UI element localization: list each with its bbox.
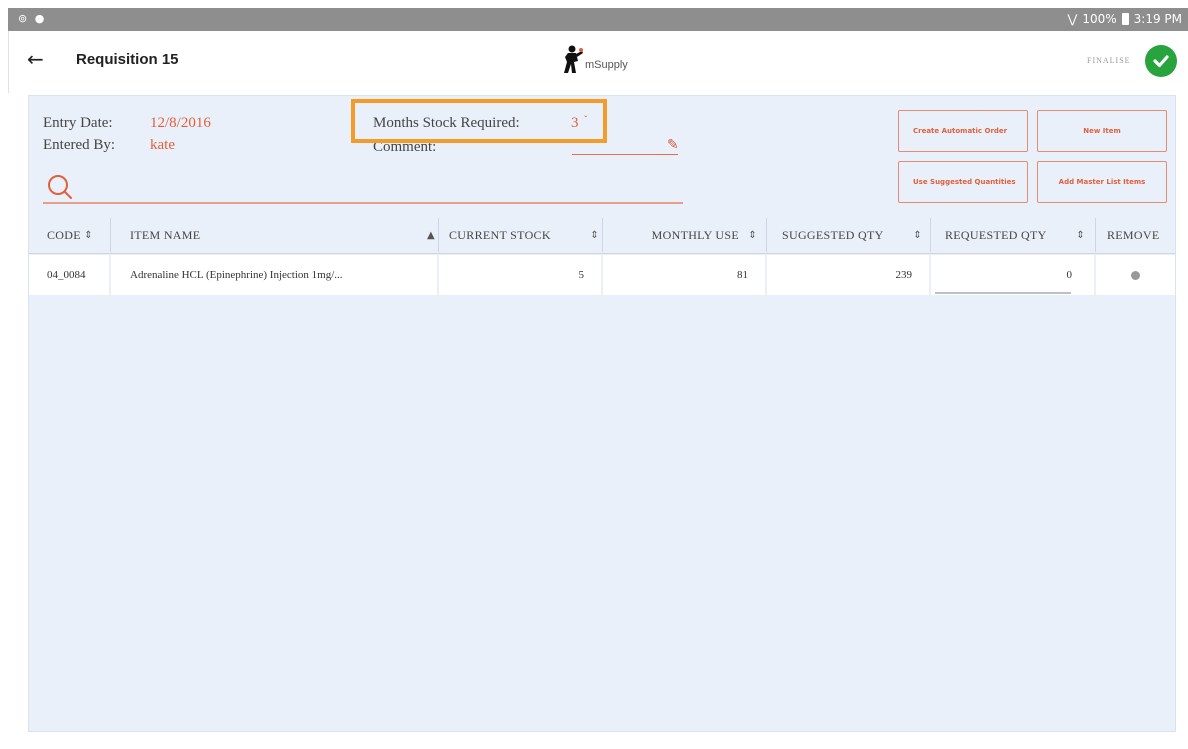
requested-qty-underline xyxy=(935,292,1071,294)
page-title: Requisition 15 xyxy=(76,51,179,68)
status-icons: ⊚ ● xyxy=(18,12,47,25)
column-header-monthly-use[interactable]: MONTHLY USE ⇕ xyxy=(619,216,757,254)
battery-icon xyxy=(1121,13,1129,25)
column-label: SUGGESTED QTY xyxy=(782,227,884,242)
battery-level: 100% xyxy=(1082,12,1117,26)
table-row[interactable]: 04_0084 Adrenaline HCL (Epinephrine) Inj… xyxy=(29,255,1175,295)
entry-date-value: 12/8/2016 xyxy=(150,115,211,131)
column-header-item-name[interactable]: ITEM NAME ▲ xyxy=(130,216,435,254)
create-automatic-order-button[interactable]: Create Automatic Order xyxy=(898,110,1028,152)
add-master-list-items-button[interactable]: Add Master List Items xyxy=(1037,161,1167,203)
sort-icon[interactable]: ⇕ xyxy=(590,230,599,241)
entry-date-label: Entry Date: xyxy=(43,115,113,131)
search-input[interactable] xyxy=(43,202,683,204)
column-header-code[interactable]: CODE ⇕ xyxy=(47,216,109,254)
wifi-icon: ⋁ xyxy=(1067,12,1078,26)
column-divider xyxy=(110,218,111,252)
cell-monthly-use: 81 xyxy=(603,255,765,295)
column-header-suggested-qty[interactable]: SUGGESTED QTY ⇕ xyxy=(782,216,922,254)
months-stock-label: Months Stock Required: xyxy=(373,115,520,131)
column-divider xyxy=(930,218,931,252)
cell-current-stock: 5 xyxy=(439,255,601,295)
months-stock-value[interactable]: 3 xyxy=(571,115,579,132)
status-right: ⋁ 100% 3:19 PM xyxy=(1067,12,1182,26)
new-item-button[interactable]: New Item xyxy=(1037,110,1167,152)
column-divider xyxy=(602,218,603,252)
chevron-down-icon[interactable]: ˇ xyxy=(584,115,587,126)
logo-text: mSupply xyxy=(585,59,628,71)
cell-remove[interactable] xyxy=(1096,255,1175,295)
comment-field[interactable] xyxy=(572,154,678,155)
clock: 3:19 PM xyxy=(1133,12,1182,26)
sort-icon[interactable]: ⇕ xyxy=(84,230,93,241)
entered-by-value: kate xyxy=(150,137,175,153)
column-header-remove: REMOVE xyxy=(1107,216,1167,254)
requested-qty-input[interactable]: 0 xyxy=(931,255,1094,295)
sort-ascending-icon[interactable]: ▲ xyxy=(427,230,435,241)
remove-icon[interactable] xyxy=(1131,270,1140,280)
column-divider xyxy=(1095,218,1096,252)
cell-suggested-qty: 239 xyxy=(767,255,929,295)
finalise-check-icon[interactable] xyxy=(1145,45,1177,77)
column-divider xyxy=(766,218,767,252)
sort-icon[interactable]: ⇕ xyxy=(913,230,922,241)
msupply-logo: mSupply xyxy=(562,45,628,75)
column-label: REQUESTED QTY xyxy=(945,227,1047,242)
sort-icon[interactable]: ⇕ xyxy=(1076,230,1085,241)
back-arrow-icon[interactable]: ← xyxy=(27,47,44,71)
cell-item-name: Adrenaline HCL (Epinephrine) Injection 1… xyxy=(111,255,437,295)
column-label: REMOVE xyxy=(1107,227,1160,242)
app-header: ← Requisition 15 mSupply FINALISE xyxy=(8,31,1188,93)
column-label: CODE xyxy=(47,227,81,242)
pencil-icon[interactable]: ✎ xyxy=(667,136,679,153)
column-divider xyxy=(438,218,439,252)
column-label: MONTHLY USE xyxy=(651,227,739,242)
cell-code: 04_0084 xyxy=(29,255,109,295)
column-header-current-stock[interactable]: CURRENT STOCK ⇕ xyxy=(449,216,599,254)
status-bar: ⊚ ● ⋁ 100% 3:19 PM xyxy=(8,8,1188,31)
search-icon[interactable] xyxy=(45,173,75,201)
finalise-label[interactable]: FINALISE xyxy=(1087,56,1131,65)
column-header-requested-qty[interactable]: REQUESTED QTY ⇕ xyxy=(945,216,1085,254)
sort-icon[interactable]: ⇕ xyxy=(748,230,757,241)
logo-figure-icon xyxy=(564,45,583,73)
entered-by-label: Entered By: xyxy=(43,137,116,153)
requisition-panel: Entry Date: 12/8/2016 Entered By: kate C… xyxy=(28,95,1176,732)
use-suggested-quantities-button[interactable]: Use Suggested Quantities xyxy=(898,161,1028,203)
column-label: CURRENT STOCK xyxy=(449,227,551,242)
column-label: ITEM NAME xyxy=(130,227,201,242)
